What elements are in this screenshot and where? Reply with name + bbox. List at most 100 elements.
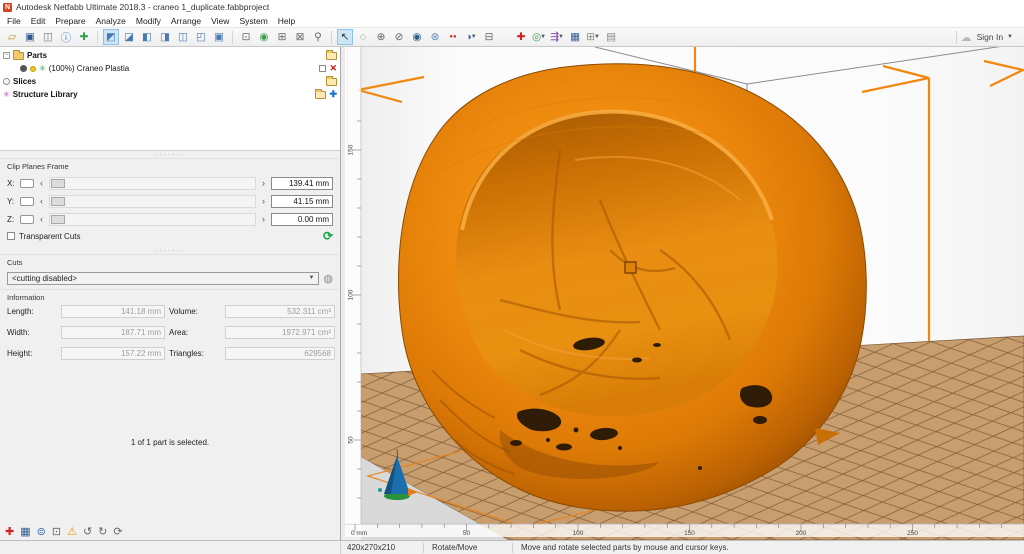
shading-toggle-icon[interactable]: ●● xyxy=(445,29,461,45)
z-slider-left-icon[interactable]: ‹ xyxy=(38,214,45,224)
sign-in-label[interactable]: Sign In xyxy=(977,32,1003,42)
view-front-icon[interactable]: ◩ xyxy=(103,29,119,45)
sign-in-area[interactable]: ☁ Sign In ▼ xyxy=(961,31,1021,44)
zoom-out-icon[interactable]: ⊘ xyxy=(391,29,407,45)
view-iso-icon[interactable]: ▣ xyxy=(211,29,227,45)
menu-edit[interactable]: Edit xyxy=(26,15,51,27)
select-shell-icon[interactable]: ◉ xyxy=(256,29,272,45)
menu-view[interactable]: View xyxy=(206,15,234,27)
view-top-icon[interactable]: ◫ xyxy=(175,29,191,45)
x-plane-value-field[interactable]: 139.41 mm xyxy=(271,177,333,190)
viewport-canvas[interactable]: 0 mm50100150200250 15010050 xyxy=(341,47,1024,540)
panel-splitter-2[interactable]: ······· xyxy=(0,247,340,254)
menu-file[interactable]: File xyxy=(2,15,26,27)
find-part-icon[interactable]: ⚲ xyxy=(310,29,326,45)
export-part-icon[interactable]: ◫ xyxy=(40,29,56,45)
pack-icon[interactable]: ▦ xyxy=(567,29,583,45)
grow-selection-icon[interactable]: ⊞ xyxy=(274,29,290,45)
panel-splitter[interactable]: ······· xyxy=(0,151,340,158)
part-item-label[interactable]: (100%) Craneo Plastia xyxy=(49,64,129,73)
x-slider-right-icon[interactable]: › xyxy=(260,178,267,188)
zoom-fit-icon[interactable]: ◉ xyxy=(409,29,425,45)
z-slider-handle[interactable] xyxy=(51,215,65,224)
x-slider-left-icon[interactable]: ‹ xyxy=(38,178,45,188)
part-actions-icon[interactable]: ✳ xyxy=(39,64,46,73)
select-box-icon[interactable]: ⊡ xyxy=(238,29,254,45)
y-slider-right-icon[interactable]: › xyxy=(260,196,267,206)
y-slider-left-icon[interactable]: ‹ xyxy=(38,196,45,206)
transparency-icon[interactable]: ◑▼ xyxy=(463,29,479,45)
menu-prepare[interactable]: Prepare xyxy=(50,15,90,27)
rotate-step-icon[interactable]: ⟳ xyxy=(113,525,122,538)
sign-in-caret-icon[interactable]: ▼ xyxy=(1007,34,1013,40)
view-bottom-icon[interactable]: ◰ xyxy=(193,29,209,45)
cutting-dropdown[interactable]: <cutting disabled> ▼ xyxy=(7,272,319,285)
rotate-ccw-icon[interactable]: ↺ xyxy=(83,525,92,538)
menu-help[interactable]: Help xyxy=(273,15,300,27)
pivot-marker[interactable] xyxy=(625,262,636,273)
x-plane-checkbox[interactable] xyxy=(20,179,34,188)
open-parts-folder-icon[interactable] xyxy=(326,52,337,60)
validate-icon[interactable]: ◎▼ xyxy=(531,29,547,45)
dropdown-caret-icon[interactable]: ▼ xyxy=(471,34,477,40)
cursor-select-icon[interactable]: ↖ xyxy=(337,29,353,45)
save-project-icon[interactable]: ▣ xyxy=(22,29,38,45)
x-slider-handle[interactable] xyxy=(51,179,65,188)
x-plane-slider[interactable] xyxy=(49,177,256,190)
part-status-icon[interactable] xyxy=(20,65,27,72)
y-plane-slider[interactable] xyxy=(49,195,256,208)
z-plane-value-field[interactable]: 0.00 mm xyxy=(271,213,333,226)
menu-arrange[interactable]: Arrange xyxy=(166,15,206,27)
snapshot-icon[interactable]: ⊡ xyxy=(52,525,61,538)
repair-icon[interactable]: ✚ xyxy=(5,525,14,538)
part-info-icon[interactable]: ⓘ xyxy=(58,29,74,45)
y-plane-checkbox[interactable] xyxy=(20,197,34,206)
add-structure-icon[interactable]: ✚ xyxy=(329,89,337,100)
open-project-icon[interactable]: ▱ xyxy=(4,29,20,45)
dropdown-caret-icon[interactable]: ▼ xyxy=(594,34,600,40)
repair-part-icon[interactable]: ✚ xyxy=(513,29,529,45)
menu-analyze[interactable]: Analyze xyxy=(91,15,131,27)
y-slider-handle[interactable] xyxy=(51,197,65,206)
rotate-cw-icon[interactable]: ↻ xyxy=(98,525,107,538)
tree-row-parts[interactable]: − Parts xyxy=(0,49,340,62)
open-slices-folder-icon[interactable] xyxy=(326,78,337,86)
z-slider-right-icon[interactable]: › xyxy=(260,214,267,224)
visibility-bulb-icon[interactable] xyxy=(30,66,36,72)
z-plane-slider[interactable] xyxy=(49,213,256,226)
z-plane-checkbox[interactable] xyxy=(20,215,34,224)
tree-row-structure-library[interactable]: ✳ Structure Library ✚ xyxy=(0,88,340,101)
tree-row-slices[interactable]: Slices xyxy=(0,75,340,88)
menu-modify[interactable]: Modify xyxy=(131,15,166,27)
view-left-icon[interactable]: ◧ xyxy=(139,29,155,45)
lasso-icon[interactable]: ◌ xyxy=(355,29,371,45)
viewport-3d[interactable]: 0 mm50100150200250 15010050 xyxy=(341,47,1024,540)
open-structure-folder-icon[interactable] xyxy=(315,91,326,99)
pack-platform-icon[interactable]: ▦ xyxy=(20,525,30,538)
orbit-icon[interactable]: ⊛ xyxy=(427,29,443,45)
menu-system[interactable]: System xyxy=(234,15,272,27)
invert-selection-icon[interactable]: ⊠ xyxy=(292,29,308,45)
volume-value: 532.311 cm³ xyxy=(225,305,335,318)
delete-part-icon[interactable]: ✕ xyxy=(329,63,337,74)
view-right-icon[interactable]: ◨ xyxy=(157,29,173,45)
tree-row-part-item[interactable]: ✳ (100%) Craneo Plastia ✕ xyxy=(0,62,340,75)
sphere-icon[interactable]: ◍ xyxy=(323,272,333,285)
view-back-icon[interactable]: ◪ xyxy=(121,29,137,45)
zoom-in-icon[interactable]: ⊕ xyxy=(373,29,389,45)
part-properties-button[interactable] xyxy=(319,65,326,72)
transparent-cuts-checkbox[interactable] xyxy=(7,232,15,240)
dropdown-caret-icon[interactable]: ▼ xyxy=(540,34,546,40)
measure-frame-icon[interactable]: ⊟ xyxy=(481,29,497,45)
basket-icon[interactable]: ▤ xyxy=(603,29,619,45)
refresh-icon[interactable]: ⟳ xyxy=(323,229,333,243)
add-part-icon[interactable]: ✚ xyxy=(76,29,92,45)
orientation-icon[interactable]: ⇶▼ xyxy=(549,29,565,45)
y-plane-value-field[interactable]: 41.15 mm xyxy=(271,195,333,208)
dropdown-caret-icon[interactable]: ▼ xyxy=(558,34,564,40)
warnings-icon[interactable]: ⚠ xyxy=(67,525,77,538)
slice-view-icon[interactable]: ⊜ xyxy=(37,525,46,538)
collapse-icon[interactable]: − xyxy=(3,52,10,59)
skull-model[interactable] xyxy=(398,64,866,511)
label-icon[interactable]: ⊞▼ xyxy=(585,29,601,45)
